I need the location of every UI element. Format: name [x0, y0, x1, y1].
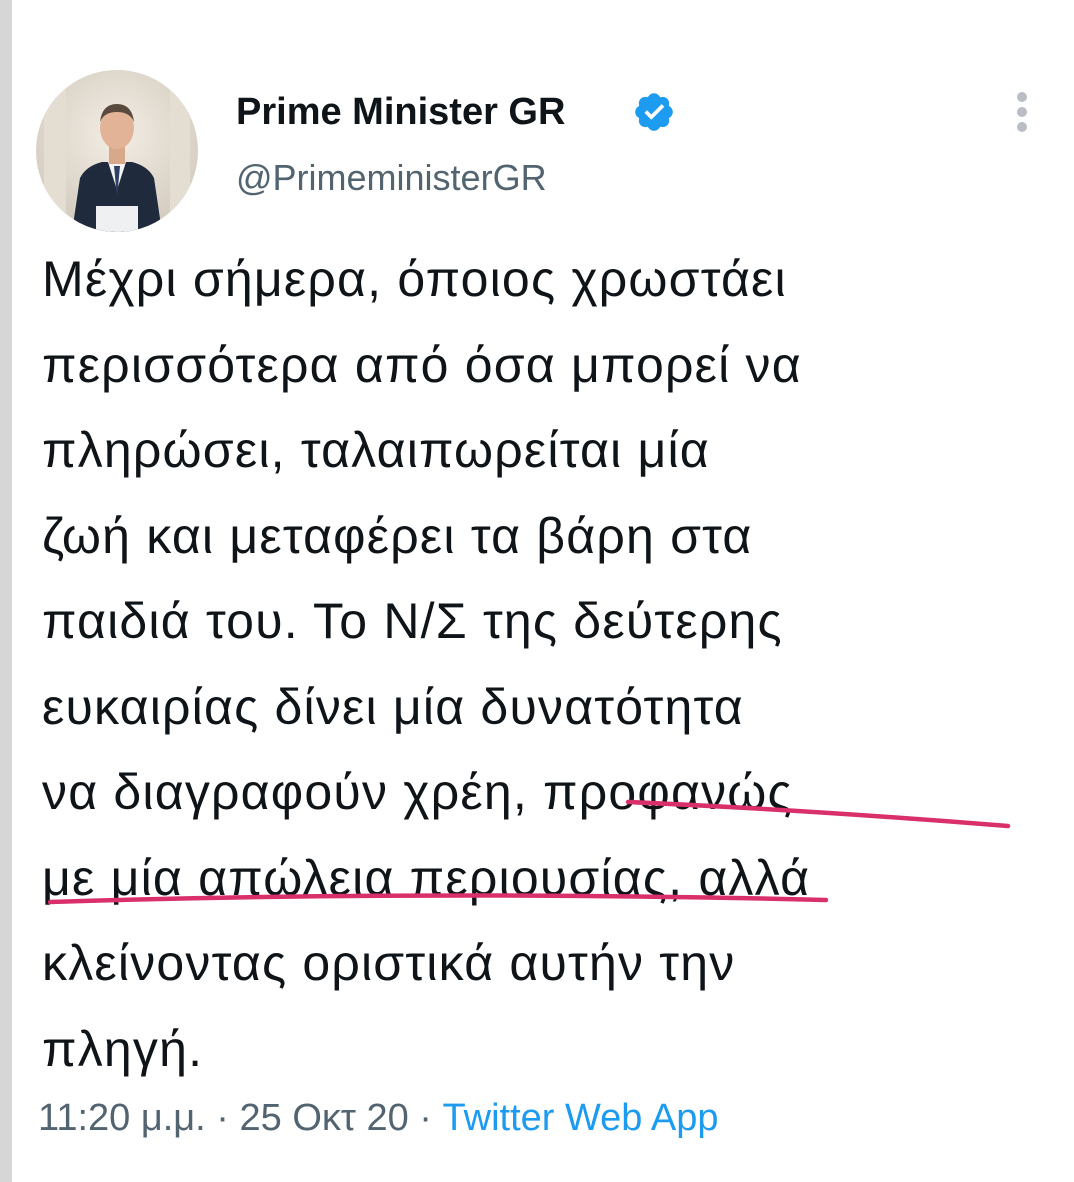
tweet-source-link[interactable]: Twitter Web App — [443, 1097, 719, 1139]
avatar[interactable] — [36, 70, 198, 232]
tweet-date[interactable]: 25 Οκτ 20 — [240, 1097, 409, 1139]
author-handle[interactable]: @PrimeministerGR — [236, 154, 547, 202]
meta-separator: · — [419, 1097, 432, 1139]
tweet-text: Μέχρι σήμερα, όποιος χρωστάει περισσότερ… — [42, 251, 811, 1077]
verified-badge-icon — [635, 93, 673, 131]
meta-separator: · — [216, 1097, 229, 1139]
author-display-name[interactable]: Prime Minister GR — [236, 88, 565, 136]
tweet-time[interactable]: 11:20 μ.μ. — [38, 1097, 206, 1139]
more-dot — [1017, 107, 1027, 117]
more-dot — [1017, 92, 1027, 102]
more-dot — [1017, 122, 1027, 132]
screen-edge — [0, 0, 12, 1182]
tweet-meta: 11:20 μ.μ. · 25 Οκτ 20 · Twitter Web App — [38, 1094, 719, 1142]
more-options-icon[interactable] — [1002, 90, 1042, 134]
avatar-photo-icon — [36, 70, 198, 232]
